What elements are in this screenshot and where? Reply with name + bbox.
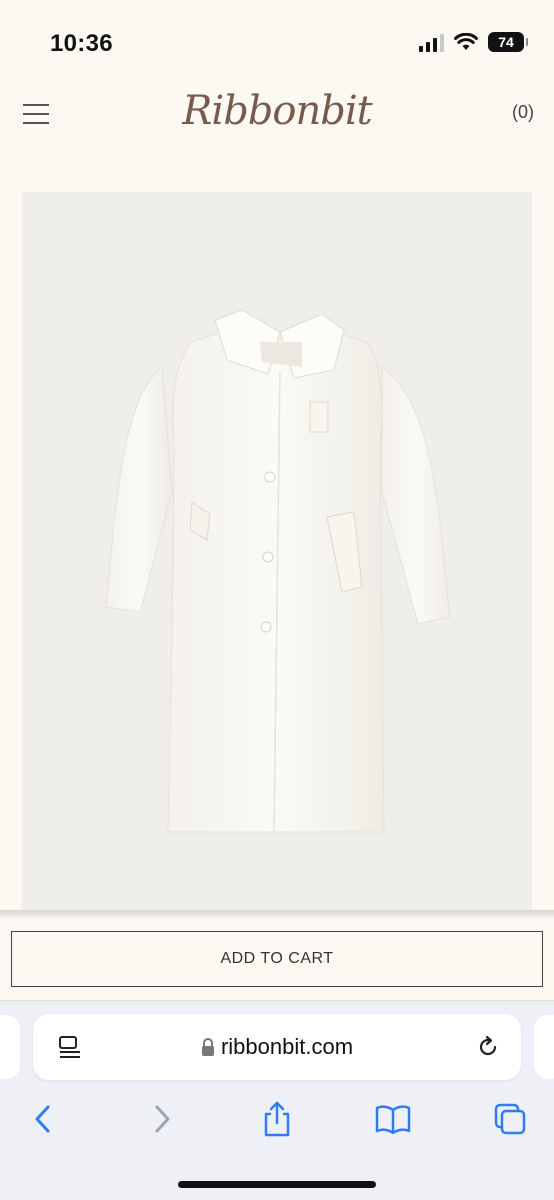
browser-toolbar: ribbonbit.com (0, 1001, 554, 1200)
coat-illustration (105, 309, 451, 833)
url-text[interactable]: ribbonbit.com (33, 1034, 521, 1060)
add-to-cart-button[interactable]: ADD TO CART (11, 931, 543, 987)
site-header: Ribbonbit (0) (0, 88, 554, 148)
status-bar: 10:36 74 (0, 0, 554, 88)
status-icons: 74 (419, 32, 528, 52)
home-indicator (178, 1181, 376, 1188)
image-shadow (0, 910, 554, 920)
wifi-icon (454, 33, 478, 50)
safari-nav-row (0, 1099, 554, 1139)
lock-icon (201, 1038, 214, 1056)
brand-logo[interactable]: Ribbonbit (0, 88, 554, 134)
cart-count[interactable]: (0) (512, 102, 534, 123)
back-icon[interactable] (23, 1099, 63, 1139)
previous-tab-preview[interactable] (0, 1015, 20, 1079)
signal-icon (419, 32, 444, 52)
reload-icon[interactable] (475, 1034, 501, 1060)
battery-icon: 74 (488, 32, 528, 52)
next-tab-preview[interactable] (534, 1015, 554, 1079)
forward-icon[interactable] (142, 1099, 182, 1139)
product-image[interactable] (22, 192, 532, 912)
bookmarks-icon[interactable] (373, 1099, 413, 1139)
address-bar[interactable]: ribbonbit.com (33, 1014, 521, 1080)
status-time: 10:36 (50, 30, 113, 57)
url-label: ribbonbit.com (220, 1034, 354, 1059)
battery-level: 74 (498, 34, 514, 50)
share-icon[interactable] (257, 1099, 297, 1139)
tabs-icon[interactable] (490, 1099, 530, 1139)
add-to-cart-label: ADD TO CART (220, 950, 334, 967)
